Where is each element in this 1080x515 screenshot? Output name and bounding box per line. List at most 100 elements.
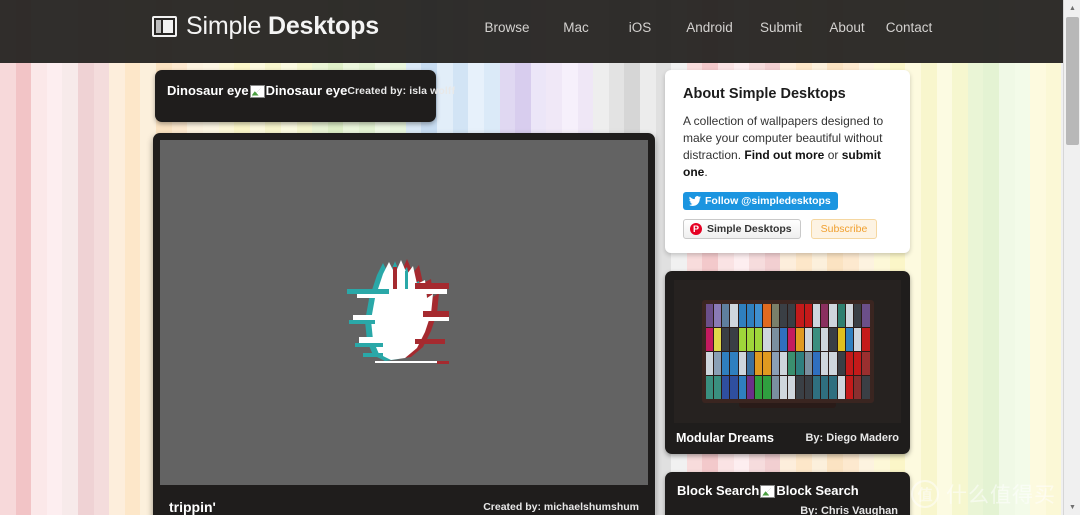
nav-item-android[interactable]: Android bbox=[672, 20, 747, 35]
glitch-art-hand-icon bbox=[347, 258, 449, 364]
twitter-follow-button[interactable]: Follow @simpledesktops bbox=[683, 192, 838, 210]
synth-module bbox=[779, 376, 787, 399]
twitter-row: Follow @simpledesktops bbox=[683, 192, 892, 211]
wallpaper-thumbnail[interactable] bbox=[674, 280, 901, 423]
scroll-down-arrow-icon[interactable]: ▼ bbox=[1064, 499, 1080, 515]
synth-module bbox=[862, 328, 870, 351]
synth-module bbox=[829, 328, 837, 351]
synth-module bbox=[788, 376, 796, 399]
synth-module bbox=[862, 304, 870, 327]
synth-module bbox=[779, 304, 787, 327]
synth-module bbox=[713, 304, 721, 327]
nav-item-browse[interactable]: Browse bbox=[470, 20, 544, 35]
synth-module bbox=[705, 352, 713, 375]
synth-module bbox=[854, 376, 862, 399]
synth-module bbox=[845, 304, 853, 327]
nav-item-submit[interactable]: Submit bbox=[747, 20, 815, 35]
scroll-up-arrow-icon[interactable]: ▲ bbox=[1064, 0, 1080, 16]
wallpaper-author: By: Chris Vaughan bbox=[800, 505, 898, 515]
synth-module bbox=[804, 328, 812, 351]
synth-module bbox=[812, 352, 820, 375]
synth-module bbox=[755, 304, 763, 327]
synth-module bbox=[755, 352, 763, 375]
nav-item-about[interactable]: About bbox=[815, 20, 879, 35]
synth-module bbox=[804, 376, 812, 399]
synth-module bbox=[722, 376, 730, 399]
brand-bold: Desktops bbox=[267, 12, 379, 40]
brand-light: Simple bbox=[186, 12, 268, 40]
synth-module bbox=[845, 376, 853, 399]
subscribe-button[interactable]: Subscribe bbox=[810, 219, 878, 239]
synth-module bbox=[771, 376, 779, 399]
synth-module bbox=[829, 352, 837, 375]
brand-title: Simple Desktops bbox=[186, 13, 379, 39]
wallpaper-author: By: Diego Madero bbox=[805, 432, 899, 444]
nav-item-ios[interactable]: iOS bbox=[608, 20, 672, 35]
wallpaper-card-modular-dreams[interactable]: Modular Dreams By: Diego Madero bbox=[665, 271, 910, 454]
synth-module bbox=[854, 304, 862, 327]
wallpaper-author: Created by: isla wolff bbox=[347, 85, 456, 97]
synth-module bbox=[837, 328, 845, 351]
nav-item-contact[interactable]: Contact bbox=[879, 20, 939, 35]
synth-module bbox=[837, 304, 845, 327]
scrollbar-thumb[interactable] bbox=[1066, 17, 1079, 145]
synth-module bbox=[829, 304, 837, 327]
nav-item-mac[interactable]: Mac bbox=[544, 20, 608, 35]
pinterest-button[interactable]: P Simple Desktops bbox=[683, 219, 801, 239]
synth-module bbox=[705, 304, 713, 327]
synth-module bbox=[796, 352, 804, 375]
about-title: About Simple Desktops bbox=[683, 86, 846, 102]
synth-module bbox=[812, 376, 820, 399]
synth-module bbox=[746, 352, 754, 375]
synth-module bbox=[821, 376, 829, 399]
synth-module bbox=[763, 376, 771, 399]
synth-module bbox=[796, 376, 804, 399]
featured-wallpaper-card[interactable]: trippin' Created by: michaelshumshum bbox=[153, 133, 655, 515]
wallpaper-author: Created by: michaelshumshum bbox=[483, 501, 639, 513]
synth-module bbox=[755, 376, 763, 399]
broken-wallpaper-card-dinosaur-eye[interactable]: Dinosaur eye Dinosaur eye Created by: is… bbox=[155, 70, 455, 122]
synth-module bbox=[804, 304, 812, 327]
synth-module bbox=[821, 304, 829, 327]
find-out-more-link[interactable]: Find out more bbox=[744, 148, 824, 162]
synth-module bbox=[738, 376, 746, 399]
about-text-3: . bbox=[704, 165, 708, 179]
synth-module bbox=[779, 328, 787, 351]
synth-module bbox=[796, 328, 804, 351]
synth-module bbox=[812, 328, 820, 351]
synth-module bbox=[713, 376, 721, 399]
synth-module bbox=[771, 304, 779, 327]
synth-module bbox=[788, 328, 796, 351]
synth-module bbox=[746, 328, 754, 351]
main-navigation: Browse Mac iOS Android Submit About Contact bbox=[470, 20, 939, 35]
featured-wallpaper-meta: trippin' Created by: michaelshumshum bbox=[160, 485, 648, 515]
synth-module bbox=[796, 304, 804, 327]
featured-wallpaper-image[interactable] bbox=[160, 140, 648, 485]
synth-module bbox=[722, 328, 730, 351]
modular-synth-monitor-icon bbox=[701, 300, 874, 408]
synth-module bbox=[854, 328, 862, 351]
wallpaper-card-meta: Modular Dreams By: Diego Madero bbox=[674, 423, 901, 453]
wallpaper-title: trippin' bbox=[169, 499, 216, 515]
sidebar: About Simple Desktops A collection of wa… bbox=[665, 70, 910, 515]
about-text-2: or bbox=[824, 148, 842, 162]
synth-module bbox=[763, 304, 771, 327]
synth-module bbox=[862, 352, 870, 375]
synth-module bbox=[829, 376, 837, 399]
main-content: Dinosaur eye Dinosaur eye Created by: is… bbox=[0, 63, 1062, 515]
synth-module bbox=[788, 352, 796, 375]
synth-module bbox=[755, 328, 763, 351]
broken-alt-text-repeat: Dinosaur eye bbox=[265, 83, 348, 98]
site-logo-link[interactable]: Simple Desktops bbox=[152, 13, 379, 39]
vertical-scrollbar[interactable]: ▲ ▼ bbox=[1063, 0, 1080, 515]
synth-module bbox=[738, 352, 746, 375]
broken-image-icon bbox=[760, 484, 776, 498]
synth-module bbox=[705, 328, 713, 351]
modular-synth-grid bbox=[705, 304, 870, 399]
synth-module bbox=[763, 352, 771, 375]
synth-module bbox=[738, 304, 746, 327]
broken-wallpaper-card-block-search[interactable]: Block Search Block Search By: Chris Vaug… bbox=[665, 472, 910, 515]
synth-module bbox=[771, 328, 779, 351]
synth-module bbox=[845, 352, 853, 375]
synth-module bbox=[763, 328, 771, 351]
